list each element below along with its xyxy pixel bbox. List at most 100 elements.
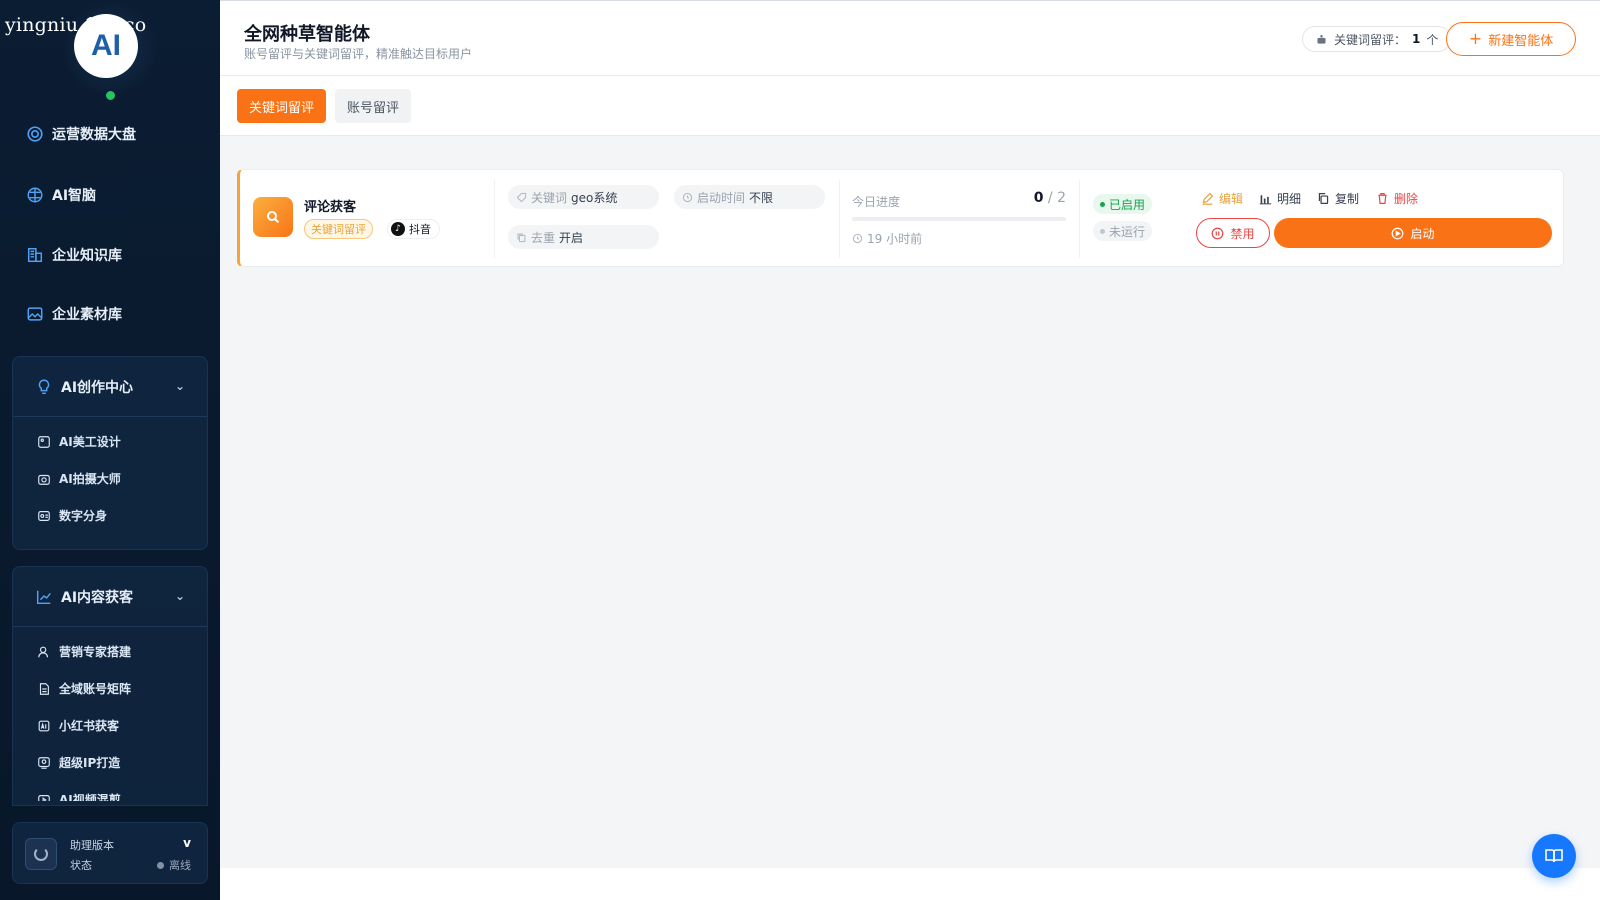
tab-account-comment[interactable]: 账号留评: [335, 89, 412, 123]
watermark-text: yingniu.10v.co: [5, 14, 147, 36]
progress-done: 0: [1033, 190, 1044, 206]
status-enabled-text: 已启用: [1109, 197, 1146, 212]
building-icon: [27, 247, 43, 263]
platform-tag: ♪ 抖音: [387, 219, 440, 239]
sub-item-label: 数字分身: [59, 509, 108, 523]
document-icon: [39, 682, 49, 695]
start-label: 启动: [1410, 226, 1435, 241]
edit-button[interactable]: 编辑: [1201, 190, 1243, 207]
footer-area: [220, 868, 1600, 900]
plus-icon: +: [1468, 29, 1483, 48]
ai-box-icon: [38, 720, 50, 731]
robot-icon: [1317, 34, 1326, 44]
detail-button[interactable]: 明细: [1259, 190, 1301, 207]
group-title: AI创作中心: [61, 379, 134, 396]
assistant-status-panel[interactable]: 助理版本 状态 v 离线: [12, 822, 208, 884]
keyword-count-badge: 关键词留评： 1 个: [1302, 26, 1452, 52]
edit-label: 编辑: [1219, 192, 1244, 206]
loading-spinner-icon: [25, 838, 57, 870]
pencil-icon: [1202, 192, 1214, 205]
delete-label: 删除: [1394, 192, 1419, 206]
status-running-text: 未运行: [1109, 224, 1146, 239]
sidebar: yingniu.10v.co AI 运营数据大盘 AI智脑 企业知识库 企业素材…: [0, 0, 220, 900]
sub-item-label: 全域账号矩阵: [59, 682, 132, 696]
sidebar-item-ai-design[interactable]: AI美工设计: [13, 423, 207, 460]
dedup-value: 开启: [559, 230, 584, 245]
sub-item-label: AI视频混剪: [59, 793, 121, 801]
help-docs-button[interactable]: [1532, 834, 1576, 878]
sidebar-item-xiaohongshu[interactable]: 小红书获客: [13, 707, 207, 744]
agent-card: 评论获客 关键词留评 ♪ 抖音 关键词 geo系统 启动时间 不限 去重 开启 …: [237, 169, 1564, 267]
copy-button[interactable]: 复制: [1317, 190, 1359, 207]
chart-icon: [36, 590, 51, 604]
chevron-down-icon[interactable]: ⌄: [175, 589, 185, 603]
page-title: 全网种草智能体: [244, 24, 370, 45]
main-content: 全网种草智能体 账号留评与关键词留评，精准触达目标用户 关键词留评： 1 个 +…: [220, 0, 1600, 900]
delete-button[interactable]: 删除: [1376, 190, 1418, 207]
palette-icon: [38, 435, 50, 448]
tab-keyword-comment[interactable]: 关键词留评: [237, 89, 327, 123]
count-label: 关键词留评：: [1334, 32, 1407, 47]
detail-label: 明细: [1277, 192, 1302, 206]
status-badge-enabled: 已启用: [1093, 194, 1153, 214]
sidebar-item-label: 运营数据大盘: [52, 127, 136, 143]
type-tag: 关键词留评: [304, 219, 373, 239]
play-icon: [1392, 227, 1404, 239]
group-ai-creation: AI创作中心 ⌄ AI美工设计 AI拍摄大师 数字分身: [12, 356, 208, 550]
sidebar-item-ai-video-mix[interactable]: AI视频混剪: [13, 781, 207, 801]
camera-icon: [38, 474, 50, 485]
sidebar-item-super-ip[interactable]: 超级IP打造: [13, 744, 207, 781]
keyword-value: geo系统: [571, 190, 618, 205]
page-header: 全网种草智能体 账号留评与关键词留评，精准触达目标用户 关键词留评： 1 个 +…: [220, 0, 1600, 76]
green-dot: [1100, 201, 1105, 207]
progress-value: 0 / 2: [1010, 190, 1066, 206]
sidebar-item-ai-shoot[interactable]: AI拍摄大师: [13, 460, 207, 497]
group-header-ai-creation[interactable]: AI创作中心 ⌄: [13, 357, 207, 417]
clock-icon: [682, 192, 693, 202]
sidebar-item-dashboard[interactable]: 运营数据大盘: [26, 124, 136, 144]
keyword-label: 关键词: [531, 190, 568, 205]
sidebar-item-account-matrix[interactable]: 全域账号矩阵: [13, 670, 207, 707]
sidebar-item-label: AI智脑: [52, 188, 97, 204]
start-time-label: 启动时间: [697, 190, 746, 205]
start-time-value: 不限: [749, 190, 774, 205]
start-time-chip: 启动时间 不限: [674, 185, 825, 209]
new-agent-button[interactable]: + 新建智能体: [1446, 22, 1576, 56]
assistant-status-value: 离线: [157, 857, 191, 873]
pause-icon: [1212, 227, 1224, 239]
sidebar-item-marketing-expert[interactable]: 营销专家搭建: [13, 633, 207, 670]
divider: [839, 180, 840, 258]
sidebar-item-assets[interactable]: 企业素材库: [26, 304, 122, 324]
bar-chart-icon: [1259, 195, 1272, 205]
sub-item-label: 小红书获客: [59, 719, 120, 733]
clock-icon: [852, 233, 863, 244]
douyin-icon: ♪: [391, 222, 405, 236]
progress-bar: [852, 217, 1066, 221]
divider: [1079, 180, 1080, 258]
last-run-time: 19 小时前: [852, 230, 922, 247]
sub-item-label: 营销专家搭建: [59, 645, 132, 659]
chevron-down-icon[interactable]: ⌄: [175, 379, 185, 393]
portrait-icon: [38, 756, 50, 769]
sidebar-item-label: 企业知识库: [52, 248, 122, 264]
sidebar-item-brain[interactable]: AI智脑: [26, 185, 96, 205]
copy-icon: [1318, 193, 1329, 204]
sidebar-item-digital-twin[interactable]: 数字分身: [13, 497, 207, 534]
group-ai-content: AI内容获客 ⌄ 营销专家搭建 全域账号矩阵 小红书获客 超级IP打造 AI视频…: [12, 566, 208, 806]
tab-bar: 关键词留评 账号留评: [220, 76, 1600, 136]
group-title: AI内容获客: [61, 589, 134, 606]
video-icon: [38, 794, 50, 801]
count-unit: 个: [1426, 32, 1439, 47]
page-subtitle: 账号留评与关键词留评，精准触达目标用户: [244, 47, 473, 61]
copy-icon: [517, 233, 526, 242]
last-run-text: 19 小时前: [867, 232, 923, 246]
start-button[interactable]: 启动: [1274, 218, 1552, 248]
offline-dot: [157, 861, 164, 869]
bulb-icon: [38, 379, 50, 394]
search-icon: [253, 197, 293, 237]
sidebar-item-knowledge[interactable]: 企业知识库: [26, 245, 122, 265]
group-header-ai-content[interactable]: AI内容获客 ⌄: [13, 567, 207, 627]
assistant-version-value: v: [183, 836, 191, 850]
disable-button[interactable]: 禁用: [1196, 218, 1270, 248]
status-text: 离线: [169, 859, 191, 872]
